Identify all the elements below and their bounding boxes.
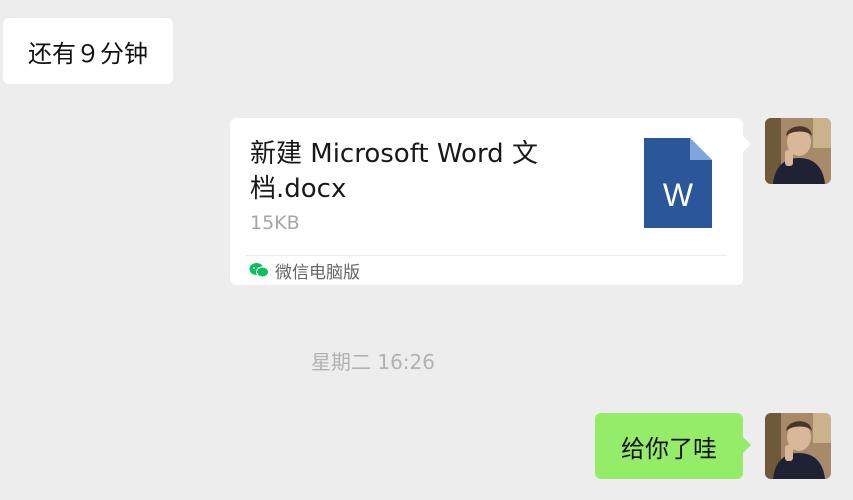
outgoing-message-bubble[interactable]: 给你了哇 [595,413,751,479]
file-name: 新建 Microsoft Word 文档.docx [250,139,538,204]
incoming-message-text: 还有９分钟 [28,39,148,68]
file-size: 15KB [250,212,300,234]
message-timestamp: 星期二 16:26 [311,350,435,374]
avatar-image [765,413,831,479]
incoming-message-bubble[interactable]: 还有９分钟 [3,18,173,84]
wechat-icon [249,263,269,278]
avatar[interactable] [765,413,831,479]
avatar[interactable] [765,118,831,184]
file-message-card[interactable]: 新建 Microsoft Word 文档.docx 15KB W 微信电脑版 [230,118,751,285]
file-source-footer: 微信电脑版 [249,258,360,283]
file-source-label: 微信电脑版 [275,262,360,283]
avatar-image [765,118,831,184]
word-doc-icon: W [644,138,712,228]
card-divider [246,255,727,256]
outgoing-message-text: 给你了哇 [621,434,717,463]
svg-text:W: W [663,177,694,213]
